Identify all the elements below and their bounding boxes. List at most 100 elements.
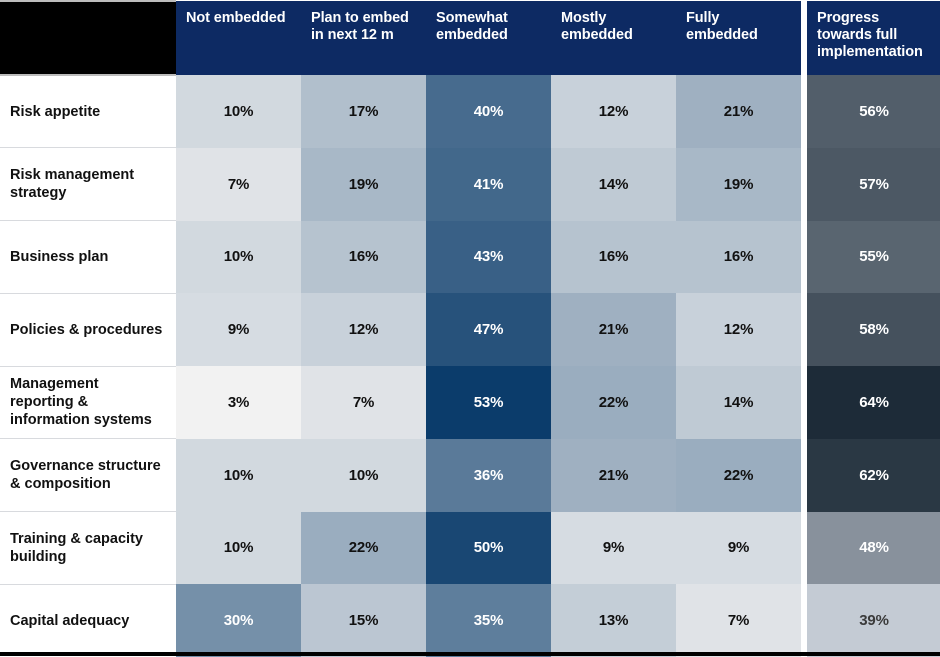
progress-cell: 64% (807, 366, 940, 439)
row-label: Risk appetite (0, 75, 176, 149)
heatmap-cell: 16% (676, 220, 801, 294)
column-header-line: implementation (817, 44, 923, 60)
row-label: Business plan (0, 220, 176, 294)
heatmap-cell: 21% (551, 293, 676, 366)
table-row: Training & capacity building 10% 22% 50% 9% 9%… (0, 511, 940, 585)
row-label-line: Risk management (10, 167, 135, 184)
heatmap-cell: 14% (551, 147, 676, 221)
heatmap-cell: 15% (301, 584, 426, 657)
row-label: Governance structure & composition (0, 438, 176, 512)
row-label: Management reporting & information systems (0, 366, 176, 440)
heatmap-cell: 50% (426, 511, 551, 585)
heatmap-cell: 9% (176, 293, 301, 366)
heatmap-cell: 10% (176, 511, 301, 585)
heatmap-cell: 10% (176, 438, 301, 512)
row-label-line: Risk appetite (10, 103, 101, 120)
row-label-line: Capital adequacy (10, 612, 130, 629)
progress-cell: 57% (807, 147, 940, 221)
row-label-line: Governance structure (10, 458, 161, 475)
column-header-fully-embedded: Fully embedded (676, 1, 801, 75)
heatmap-cell: 7% (176, 147, 301, 221)
heatmap-cell: 30% (176, 584, 301, 657)
column-header-plan-to-embed: Plan to embed in next 12 m (301, 1, 426, 75)
heatmap-table: Not embedded Plan to embed in next 12 m … (0, 0, 940, 657)
heatmap-cell: 10% (301, 438, 426, 512)
row-label-line: Policies & procedures (10, 321, 163, 338)
heatmap-cell: 12% (301, 293, 426, 366)
table-row: Risk appetite 10% 17% 40% 12% 21% 56% (0, 75, 940, 149)
heatmap-cell: 35% (426, 584, 551, 657)
heatmap-cell: 40% (426, 75, 551, 148)
heatmap-cell: 21% (551, 438, 676, 512)
heatmap-cell: 19% (301, 147, 426, 221)
row-label: Risk management strategy (0, 147, 176, 221)
column-header-line: Progress (817, 10, 880, 26)
row-label-line: Business plan (10, 248, 109, 265)
heatmap-cell: 13% (551, 584, 676, 657)
table-header-row: Not embedded Plan to embed in next 12 m … (0, 0, 940, 76)
heatmap-cell: 9% (676, 511, 801, 585)
row-label-line: Training & capacity (10, 530, 143, 547)
heatmap-cell: 10% (176, 220, 301, 294)
heatmap-cell: 53% (426, 366, 551, 439)
heatmap-cell: 16% (301, 220, 426, 294)
table-row: Policies & procedures 9% 12% 47% 21% 12% 58% (0, 293, 940, 367)
column-header-mostly-embedded: Mostly embedded (551, 1, 676, 75)
column-header-line: embedded (561, 27, 633, 43)
heatmap-cell: 19% (676, 147, 801, 221)
column-header-line: embedded (436, 27, 508, 43)
column-header-line: embedded (686, 27, 758, 43)
progress-cell: 55% (807, 220, 940, 294)
column-header-line: towards full (817, 27, 898, 43)
column-header-somewhat-embedded: Somewhat embedded (426, 1, 551, 75)
row-label-line: & composition (10, 476, 111, 493)
heatmap-cell: 36% (426, 438, 551, 512)
row-label: Training & capacity building (0, 511, 176, 585)
row-label-line: strategy (10, 185, 67, 202)
row-label-line: Management (10, 376, 99, 393)
table-row: Risk management strategy 7% 19% 41% 14% 19% 57% (0, 147, 940, 221)
column-header-line: Somewhat (436, 10, 508, 26)
heatmap-cell: 47% (426, 293, 551, 366)
heatmap-cell: 7% (676, 584, 801, 657)
table-row: Management reporting & information systems… (0, 366, 940, 440)
progress-cell: 56% (807, 75, 940, 148)
corner-cell (0, 0, 176, 76)
heatmap-cell: 12% (551, 75, 676, 148)
heatmap-cell: 10% (176, 75, 301, 148)
row-label: Policies & procedures (0, 293, 176, 367)
column-header-line: Fully (686, 10, 720, 26)
column-header-line: Not embedded (186, 10, 286, 26)
heatmap-cell: 41% (426, 147, 551, 221)
progress-cell: 48% (807, 511, 940, 585)
heatmap-cell: 22% (551, 366, 676, 439)
column-header-not-embedded: Not embedded (176, 1, 301, 75)
column-header-line: Plan to embed (311, 10, 409, 26)
heatmap-cell: 17% (301, 75, 426, 148)
column-header-line: in next 12 m (311, 27, 394, 43)
top-rule (0, 0, 176, 2)
heatmap-cell: 22% (676, 438, 801, 512)
row-label: Capital adequacy (0, 584, 176, 657)
heatmap-cell: 21% (676, 75, 801, 148)
progress-cell: 58% (807, 293, 940, 366)
heatmap-cell: 16% (551, 220, 676, 294)
progress-cell: 62% (807, 438, 940, 512)
heatmap-cell: 3% (176, 366, 301, 439)
table-body: Risk appetite 10% 17% 40% 12% 21% 56% Risk mana… (0, 75, 940, 657)
progress-cell: 39% (807, 584, 940, 657)
heatmap-cell: 12% (676, 293, 801, 366)
row-label-line: reporting & (10, 394, 89, 411)
row-label-line: information systems (10, 412, 152, 429)
heatmap-figure: Not embedded Plan to embed in next 12 m … (0, 0, 940, 657)
table-row: Capital adequacy 30% 15% 35% 13% 7% 39% (0, 584, 940, 657)
heatmap-cell: 14% (676, 366, 801, 439)
heatmap-cell: 43% (426, 220, 551, 294)
column-header-line: Mostly (561, 10, 607, 26)
column-header-progress: Progress towards full implementation (807, 1, 940, 75)
heatmap-cell: 22% (301, 511, 426, 585)
bottom-rule (0, 652, 940, 656)
row-label-line: building (10, 548, 67, 565)
heatmap-cell: 7% (301, 366, 426, 439)
heatmap-cell: 9% (551, 511, 676, 585)
